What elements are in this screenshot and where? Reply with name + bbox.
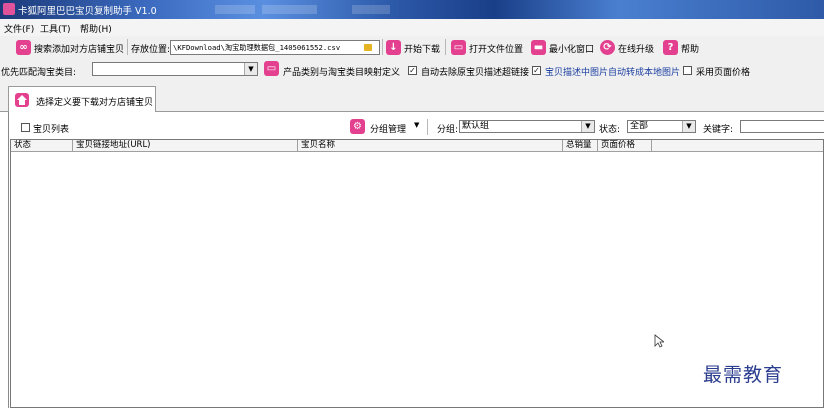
item-list-checkbox[interactable] bbox=[21, 123, 30, 132]
toolbar-separator bbox=[382, 39, 383, 55]
home-icon bbox=[15, 93, 29, 107]
status-select-value: 全部 bbox=[630, 121, 649, 131]
app-icon bbox=[3, 3, 15, 15]
keyword-label: 关键字: bbox=[703, 125, 734, 135]
window-title: 卡狐阿里巴巴宝贝复制助手 V1.0 bbox=[18, 6, 157, 17]
local-images-label: 宝贝描述中图片自动转成本地图片 bbox=[545, 68, 681, 78]
toolbar-separator bbox=[445, 39, 446, 55]
priority-category-label: 优先匹配淘宝类目: bbox=[1, 68, 77, 78]
menu-help[interactable]: 帮助(H) bbox=[80, 22, 112, 35]
menu-tools[interactable]: 工具(T) bbox=[40, 22, 71, 35]
category-select[interactable]: ▼ bbox=[92, 62, 258, 76]
upgrade-icon[interactable]: ⟳ bbox=[600, 40, 615, 55]
filter-separator bbox=[427, 119, 428, 135]
page-price-label: 采用页面价格 bbox=[696, 68, 751, 78]
tab-label: 选择定义要下载对方店铺宝贝 bbox=[36, 98, 154, 108]
chevron-down-icon[interactable]: ▼ bbox=[581, 121, 594, 132]
title-bar: 卡狐阿里巴巴宝贝复制助手 V1.0 bbox=[0, 0, 824, 19]
item-list-label: 宝贝列表 bbox=[33, 125, 70, 135]
titlebar-decoration bbox=[262, 5, 317, 14]
group-label: 分组: bbox=[437, 125, 459, 135]
save-location-label: 存放位置: bbox=[131, 45, 171, 55]
menu-bar: 文件(F) 工具(T) 帮助(H) bbox=[0, 19, 824, 36]
titlebar-decoration bbox=[215, 5, 255, 14]
chevron-down-icon[interactable]: ▼ bbox=[244, 63, 257, 75]
column-header-status[interactable]: 状态 bbox=[11, 140, 73, 152]
mouse-cursor-icon bbox=[654, 334, 664, 348]
folder-open-icon[interactable]: ▭ bbox=[451, 40, 466, 55]
group-manage-button[interactable]: 分组管理 bbox=[370, 122, 406, 135]
group-manage-dropdown-icon[interactable]: ▼ bbox=[414, 121, 419, 129]
remove-links-label: 自动去除原宝贝描述超链接 bbox=[421, 68, 530, 78]
search-add-button[interactable]: 搜索添加对方店铺宝贝 bbox=[34, 42, 124, 55]
group-manage-icon[interactable]: ⚙ bbox=[350, 119, 365, 134]
online-upgrade-button[interactable]: 在线升级 bbox=[618, 42, 654, 55]
status-select[interactable]: 全部 ▼ bbox=[627, 120, 696, 133]
toolbar-separator bbox=[127, 39, 128, 55]
watermark-text: 最需教育 bbox=[703, 364, 784, 386]
category-mapping-button[interactable]: 产品类别与淘宝类目映射定义 bbox=[283, 65, 400, 78]
minimize-window-icon[interactable]: ▬ bbox=[531, 40, 546, 55]
help-button[interactable]: 帮助 bbox=[681, 42, 699, 55]
page-price-checkbox[interactable] bbox=[683, 66, 692, 75]
column-header-url[interactable]: 宝贝链接地址(URL) bbox=[73, 140, 298, 152]
items-table[interactable]: 状态 宝贝链接地址(URL) 宝贝名称 总销量 页面价格 bbox=[10, 139, 824, 408]
group-select-value: 默认组 bbox=[462, 121, 490, 131]
column-header-sales[interactable]: 总销量 bbox=[563, 140, 598, 152]
open-file-location-button[interactable]: 打开文件位置 bbox=[469, 42, 523, 55]
download-icon[interactable]: ↓ bbox=[386, 40, 401, 55]
minimize-window-button[interactable]: 最小化窗口 bbox=[549, 42, 594, 55]
chevron-down-icon[interactable]: ▼ bbox=[682, 121, 695, 132]
browse-folder-icon[interactable] bbox=[364, 44, 372, 51]
column-header-name[interactable]: 宝贝名称 bbox=[298, 140, 563, 152]
column-header-price[interactable]: 页面价格 bbox=[598, 140, 652, 152]
local-images-checkbox[interactable]: ✓ bbox=[532, 66, 541, 75]
help-icon[interactable]: ? bbox=[663, 40, 678, 55]
save-path-input[interactable]: \KFDownload\淘宝助理数据包_1405061552.csv bbox=[170, 40, 380, 55]
keyword-input[interactable] bbox=[740, 120, 824, 133]
table-header: 状态 宝贝链接地址(URL) 宝贝名称 总销量 页面价格 bbox=[11, 140, 823, 152]
folder-icon[interactable]: ▭ bbox=[264, 61, 279, 76]
tab-select-items[interactable]: 选择定义要下载对方店铺宝贝 bbox=[8, 86, 156, 113]
remove-links-checkbox[interactable]: ✓ bbox=[408, 66, 417, 75]
link-icon[interactable]: ∞ bbox=[16, 40, 31, 55]
start-download-button[interactable]: 开始下载 bbox=[404, 42, 440, 55]
group-select[interactable]: 默认组 ▼ bbox=[459, 120, 595, 133]
status-label: 状态: bbox=[599, 125, 621, 135]
titlebar-decoration bbox=[352, 5, 390, 14]
menu-file[interactable]: 文件(F) bbox=[4, 22, 34, 35]
